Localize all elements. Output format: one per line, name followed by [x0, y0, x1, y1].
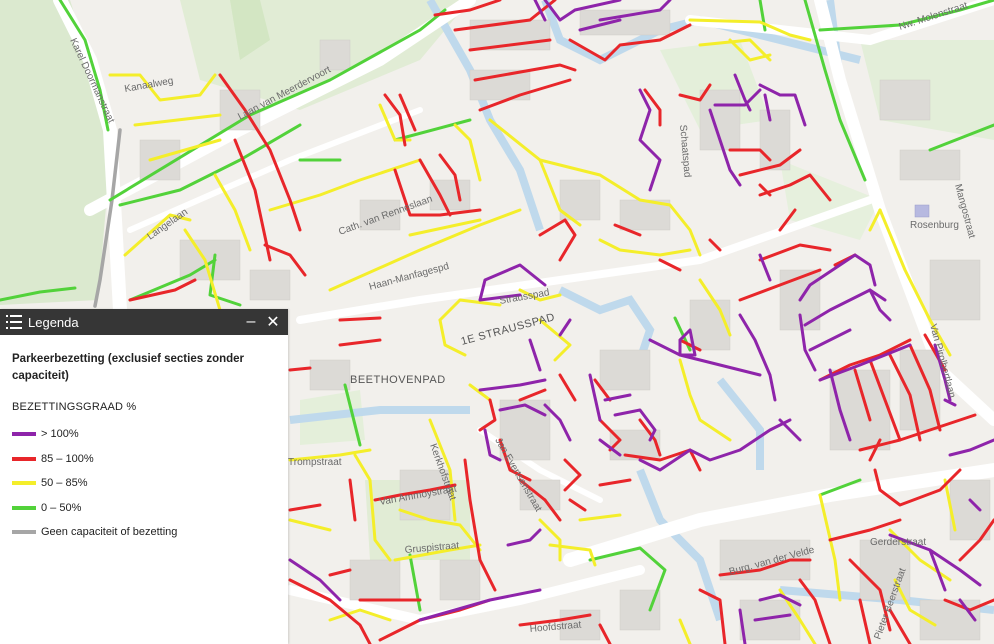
minimize-button[interactable]: –	[240, 313, 262, 331]
street-label: Gerderstraat	[870, 537, 926, 548]
legend-item: 0 – 50%	[12, 496, 276, 521]
legend-item: 50 – 85%	[12, 471, 276, 496]
street-label: Trompstraat	[288, 457, 342, 468]
district-label: 1E STRAUSSPAD	[460, 311, 557, 348]
line-swatch-yellow	[12, 481, 36, 486]
legend-title: Legenda	[28, 314, 79, 330]
line-swatch-purple	[12, 432, 36, 437]
street-label: Haan-Manfagespd	[368, 261, 450, 293]
street-label: Schaatspad	[677, 124, 693, 178]
street-label: Rosenburg	[910, 220, 959, 231]
line-swatch-grey	[12, 530, 36, 535]
district-label: BEETHOVENPAD	[350, 374, 446, 386]
legend-item: 85 – 100%	[12, 447, 276, 472]
field-label: BEZETTINGSGRAAD %	[12, 401, 137, 413]
close-button[interactable]: ✕	[262, 312, 284, 332]
street-label: Kanaalweg	[124, 76, 175, 95]
layer-title: Parkeerbezetting (exclusief secties zond…	[12, 353, 245, 382]
legend-item-label: Geen capaciteit of bezetting	[41, 526, 178, 539]
legend-item-label: > 100%	[41, 428, 79, 441]
legend-panel: Legenda – ✕ Parkeerbezetting (exclusief …	[0, 309, 288, 644]
legend-item: Geen capaciteit of bezetting	[12, 520, 276, 545]
legend-item-label: 85 – 100%	[41, 452, 94, 465]
legend-body: Parkeerbezetting (exclusief secties zond…	[0, 335, 288, 545]
line-swatch-green	[12, 505, 36, 510]
legend-header: Legenda – ✕	[0, 309, 288, 335]
list-icon	[6, 314, 22, 330]
rosenburg-building-icon	[914, 204, 930, 218]
legend-item: > 100%	[12, 422, 276, 447]
legend-item-label: 0 – 50%	[41, 501, 82, 514]
legend-item-label: 50 – 85%	[41, 477, 88, 490]
line-swatch-red	[12, 456, 36, 461]
street-label: Mangostraat	[952, 183, 977, 240]
